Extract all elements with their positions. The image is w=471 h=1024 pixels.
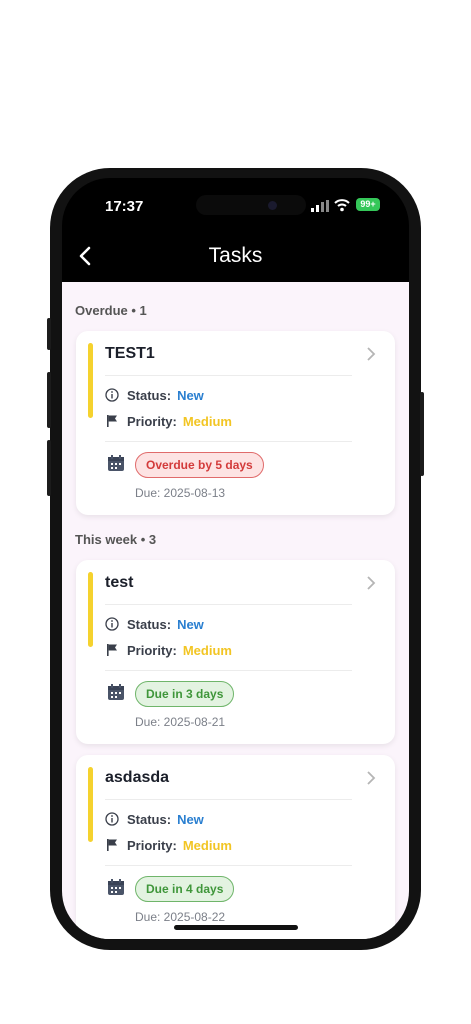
priority-label: Priority: (127, 413, 177, 429)
priority-value: Medium (182, 837, 232, 853)
page-title: Tasks (208, 244, 263, 267)
task-card[interactable]: test Status: New Priority: Medium Due in… (76, 560, 395, 744)
status-row: Status: New (105, 810, 204, 828)
task-list: Overdue • 1 TEST1 Status: New Priority: … (62, 282, 409, 939)
priority-label: Priority: (127, 642, 177, 658)
wifi-icon (334, 199, 350, 212)
section-header-this-week: This week • 3 (75, 532, 157, 547)
divider (105, 670, 352, 671)
calendar-icon (108, 684, 124, 700)
calendar-icon (108, 455, 124, 471)
priority-label: Priority: (127, 837, 177, 853)
due-date: Due: 2025-08-13 (135, 486, 226, 500)
status-row: Status: New (105, 386, 204, 404)
priority-row: Priority: Medium (105, 641, 232, 659)
camera-icon (268, 201, 277, 210)
chevron-right-icon (367, 771, 376, 785)
flag-icon (107, 415, 117, 427)
info-icon (105, 388, 119, 402)
status-label: Status: (127, 616, 172, 632)
section-header-overdue: Overdue • 1 (75, 303, 147, 318)
priority-value: Medium (182, 413, 232, 429)
divider (105, 604, 352, 605)
divider (105, 375, 352, 376)
priority-accent-bar (88, 572, 93, 647)
divider (105, 865, 352, 866)
due-soon-badge: Due in 4 days (135, 876, 235, 902)
info-icon (105, 812, 119, 826)
task-card[interactable]: asdasda Status: New Priority: Medium Due… (76, 755, 395, 939)
divider (105, 441, 352, 442)
status-label: Status: (127, 387, 172, 403)
status-bar: 17:37 99+ (62, 178, 409, 234)
calendar-icon (108, 879, 124, 895)
dynamic-island (196, 195, 306, 215)
action-button (47, 318, 51, 350)
status-row: Status: New (105, 615, 204, 633)
power-button (420, 392, 424, 476)
volume-up-button (47, 372, 51, 428)
info-icon (105, 617, 119, 631)
volume-down-button (47, 440, 51, 496)
nav-bar: Tasks (62, 234, 409, 282)
status-time: 17:37 (105, 198, 144, 215)
due-date: Due: 2025-08-22 (135, 910, 226, 924)
status-value: New (177, 616, 204, 632)
task-title: test (105, 574, 134, 591)
status-value: New (177, 811, 204, 827)
phone-screen: 17:37 99+ Tasks Overdue • 1 TEST1 Status… (62, 178, 409, 939)
status-label: Status: (127, 811, 172, 827)
task-card[interactable]: TEST1 Status: New Priority: Medium Overd… (76, 331, 395, 515)
battery-icon: 99+ (356, 198, 380, 211)
status-value: New (177, 387, 204, 403)
priority-value: Medium (182, 642, 232, 658)
due-date: Due: 2025-08-21 (135, 715, 226, 729)
flag-icon (107, 839, 117, 851)
chevron-right-icon (367, 576, 376, 590)
priority-accent-bar (88, 767, 93, 842)
priority-row: Priority: Medium (105, 836, 232, 854)
home-indicator[interactable] (174, 925, 298, 930)
signal-icon (311, 200, 329, 212)
divider (105, 799, 352, 800)
task-title: asdasda (105, 769, 170, 786)
chevron-right-icon (367, 347, 376, 361)
overdue-badge: Overdue by 5 days (135, 452, 264, 478)
task-title: TEST1 (105, 345, 155, 362)
priority-accent-bar (88, 343, 93, 418)
priority-row: Priority: Medium (105, 412, 232, 430)
flag-icon (107, 644, 117, 656)
due-soon-badge: Due in 3 days (135, 681, 235, 707)
